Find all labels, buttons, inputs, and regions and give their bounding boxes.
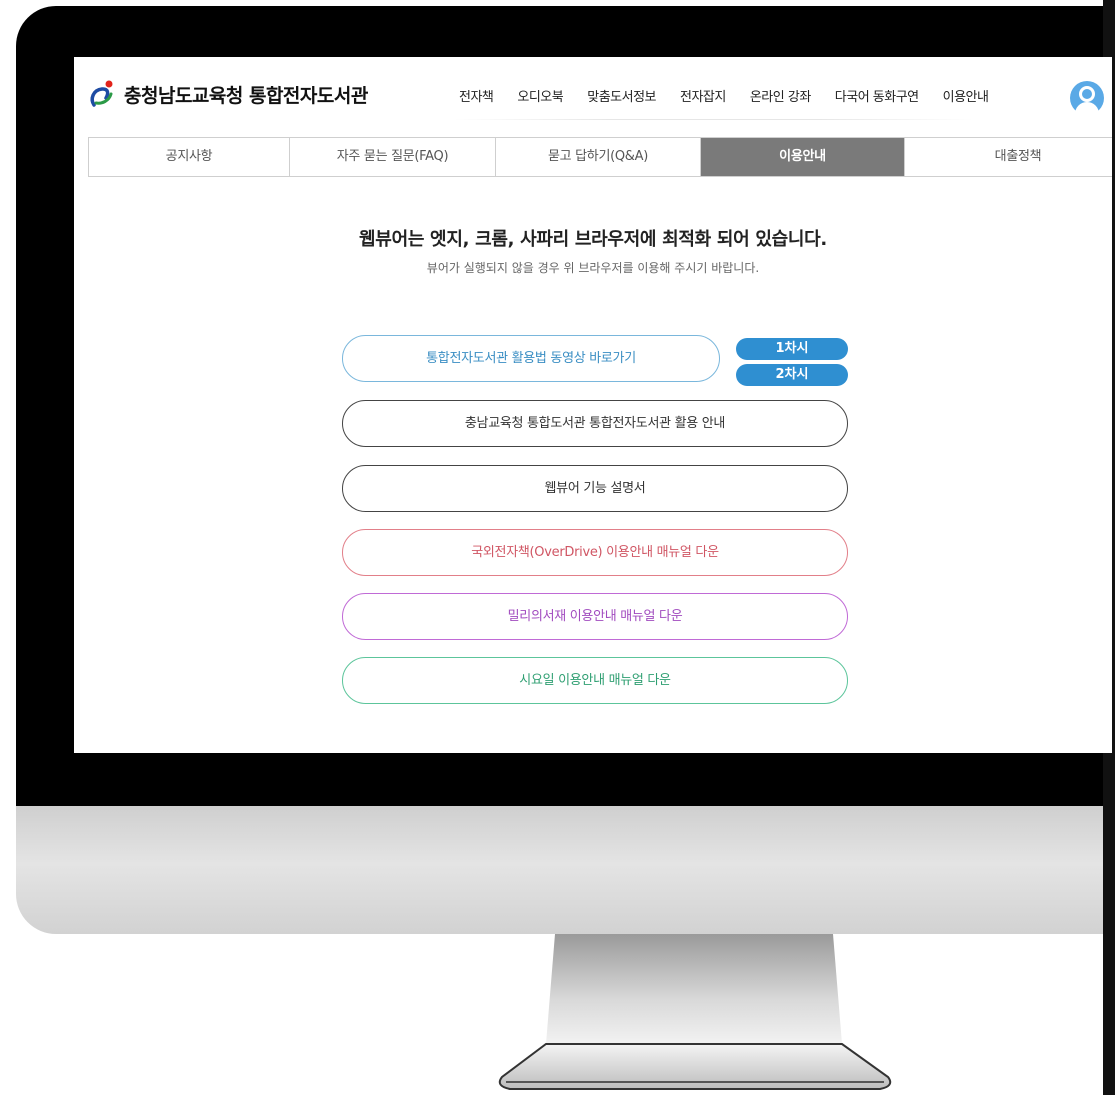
library-usage-guide-link[interactable]: 충남교육청 통합도서관 통합전자도서관 활용 안내 bbox=[342, 400, 848, 447]
video-guide-button[interactable]: 통합전자도서관 활용법 동영상 바로가기 bbox=[342, 335, 720, 382]
session-1-button[interactable]: 1차시 bbox=[736, 338, 848, 360]
page-subline: 뷰어가 실행되지 않을 경우 위 브라우저를 이용해 주시기 바랍니다. bbox=[426, 261, 760, 275]
page-headline: 웹뷰어는 엣지, 크롬, 사파리 브라우저에 최적화 되어 있습니다. bbox=[359, 229, 827, 250]
logo-icon bbox=[90, 80, 113, 107]
siyoil-manual-download[interactable]: 시요일 이용안내 매뉴얼 다운 bbox=[342, 657, 848, 704]
site-title: 충청남도교육청 통합전자도서관 bbox=[124, 84, 368, 107]
nav-divider bbox=[454, 119, 974, 120]
nav-usage-guide[interactable]: 이용안내 bbox=[943, 86, 989, 105]
nav-multilingual-storytelling[interactable]: 다국어 동화구연 bbox=[835, 86, 919, 105]
nav-audiobook[interactable]: 오디오북 bbox=[517, 86, 563, 105]
monitor-stand bbox=[498, 934, 892, 1090]
session-2-button[interactable]: 2차시 bbox=[736, 364, 848, 386]
tab-qna[interactable]: 묻고 답하기(Q&A) bbox=[496, 138, 701, 176]
millie-manual-download[interactable]: 밀리의서재 이용안내 매뉴얼 다운 bbox=[342, 593, 848, 640]
tab-loan-policy[interactable]: 대출정책 bbox=[905, 138, 1112, 176]
nav-online-course[interactable]: 온라인 강좌 bbox=[750, 86, 811, 105]
tab-faq[interactable]: 자주 묻는 질문(FAQ) bbox=[290, 138, 496, 176]
tab-notice[interactable]: 공지사항 bbox=[89, 138, 290, 176]
nav-recommended-books[interactable]: 맞춤도서정보 bbox=[587, 86, 656, 105]
user-avatar-icon[interactable] bbox=[1070, 81, 1104, 116]
sub-tab-bar: 공지사항 자주 묻는 질문(FAQ) 묻고 답하기(Q&A) 이용안내 대출정책 bbox=[88, 137, 1112, 177]
monitor-chin bbox=[16, 806, 1115, 934]
nav-ebook[interactable]: 전자책 bbox=[459, 86, 494, 105]
nav-emagazine[interactable]: 전자잡지 bbox=[680, 86, 726, 105]
browser-screen: 충청남도교육청 통합전자도서관 전자책 오디오북 맞춤도서정보 전자잡지 온라인… bbox=[74, 57, 1112, 753]
overdrive-manual-download[interactable]: 국외전자책(OverDrive) 이용안내 매뉴얼 다운 bbox=[342, 529, 848, 576]
main-navigation: 전자책 오디오북 맞춤도서정보 전자잡지 온라인 강좌 다국어 동화구연 이용안… bbox=[459, 86, 1012, 105]
site-logo[interactable]: 충청남도교육청 통합전자도서관 bbox=[88, 79, 368, 109]
site-header: 충청남도교육청 통합전자도서관 전자책 오디오북 맞춤도서정보 전자잡지 온라인… bbox=[74, 57, 1112, 137]
webviewer-manual-link[interactable]: 웹뷰어 기능 설명서 bbox=[342, 465, 848, 512]
tab-usage-guide[interactable]: 이용안내 bbox=[701, 138, 905, 176]
